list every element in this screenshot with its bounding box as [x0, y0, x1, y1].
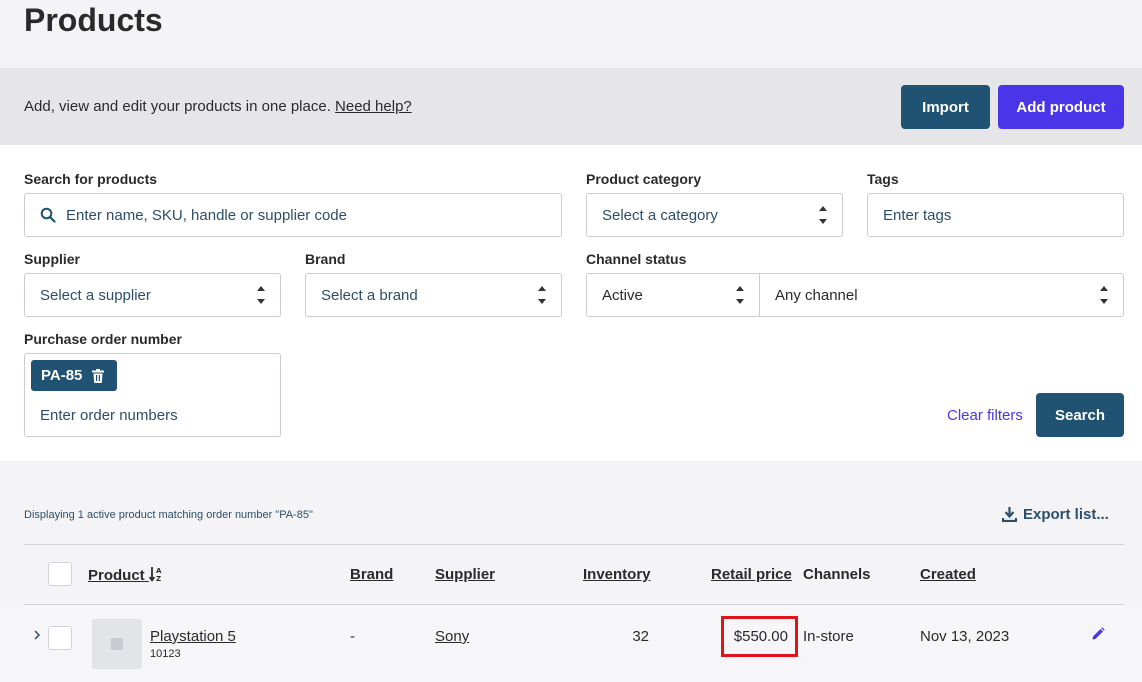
po-number-input[interactable]: PA-85 Enter order numbers	[24, 353, 281, 437]
column-brand[interactable]: Brand	[350, 566, 393, 583]
product-inventory: 32	[632, 628, 649, 645]
product-name-link[interactable]: Playstation 5	[150, 628, 236, 645]
product-channels: In-store	[803, 628, 854, 645]
search-button[interactable]: Search	[1036, 393, 1124, 437]
supplier-value: Select a supplier	[40, 286, 151, 304]
sort-az-icon: A Z	[148, 567, 162, 583]
svg-text:Z: Z	[156, 575, 161, 582]
supplier-label: Supplier	[24, 251, 81, 267]
image-placeholder-icon	[111, 638, 123, 650]
column-created[interactable]: Created	[920, 566, 976, 583]
trash-icon[interactable]	[92, 368, 105, 383]
search-label: Search for products	[24, 171, 158, 187]
product-sku: 10123	[150, 648, 181, 660]
page-title: Products	[24, 2, 163, 38]
tags-placeholder: Enter tags	[883, 206, 952, 224]
brand-label: Brand	[305, 251, 346, 267]
status-select[interactable]: Active	[586, 273, 760, 317]
column-product[interactable]: Product A Z	[88, 566, 163, 584]
row-checkbox[interactable]	[48, 626, 72, 650]
product-created: Nov 13, 2023	[920, 628, 1010, 645]
export-list-button[interactable]: Export list...	[1002, 506, 1109, 523]
edit-pencil-icon[interactable]	[1091, 627, 1105, 641]
channel-value: Any channel	[775, 286, 858, 304]
tags-label: Tags	[867, 171, 899, 187]
import-button[interactable]: Import	[901, 85, 990, 129]
banner-text: Add, view and edit your products in one …	[24, 98, 412, 115]
results-info: Displaying 1 active product matching ord…	[24, 509, 313, 521]
search-placeholder: Enter name, SKU, handle or supplier code	[66, 206, 347, 224]
brand-value: Select a brand	[321, 286, 418, 304]
column-product-label: Product	[88, 567, 145, 584]
price-highlight-box	[721, 616, 798, 657]
tags-input[interactable]: Enter tags	[867, 193, 1124, 237]
caret-updown-icon	[735, 286, 745, 304]
brand-select[interactable]: Select a brand	[305, 273, 562, 317]
column-channels: Channels	[803, 566, 871, 583]
column-supplier[interactable]: Supplier	[435, 566, 495, 583]
search-input[interactable]: Enter name, SKU, handle or supplier code	[24, 193, 562, 237]
need-help-link[interactable]: Need help?	[335, 98, 412, 115]
search-icon	[40, 207, 56, 223]
column-retail-price[interactable]: Retail price	[711, 566, 792, 583]
clear-filters-link[interactable]: Clear filters	[947, 407, 1023, 424]
category-select[interactable]: Select a category	[586, 193, 843, 237]
po-placeholder: Enter order numbers	[40, 407, 178, 424]
select-all-checkbox[interactable]	[48, 562, 72, 586]
banner-description: Add, view and edit your products in one …	[24, 98, 331, 115]
channel-select[interactable]: Any channel	[759, 273, 1124, 317]
po-label: Purchase order number	[24, 331, 182, 347]
add-product-button[interactable]: Add product	[998, 85, 1124, 129]
category-value: Select a category	[602, 206, 718, 224]
channel-status-label: Channel status	[586, 251, 687, 267]
category-label: Product category	[586, 171, 702, 187]
po-chip[interactable]: PA-85	[31, 360, 117, 391]
chevron-right-icon[interactable]	[33, 630, 41, 640]
caret-updown-icon	[818, 206, 828, 224]
svg-text:A: A	[156, 567, 162, 575]
divider	[24, 544, 1124, 545]
export-label: Export list...	[1023, 506, 1109, 523]
status-value: Active	[602, 286, 643, 304]
caret-updown-icon	[256, 286, 266, 304]
download-icon	[1002, 507, 1017, 522]
supplier-select[interactable]: Select a supplier	[24, 273, 281, 317]
caret-updown-icon	[537, 286, 547, 304]
caret-updown-icon	[1099, 286, 1109, 304]
product-supplier-link[interactable]: Sony	[435, 628, 469, 645]
column-inventory[interactable]: Inventory	[583, 566, 651, 583]
po-chip-label: PA-85	[41, 367, 83, 384]
product-thumbnail	[92, 619, 142, 669]
product-brand: -	[350, 628, 355, 645]
